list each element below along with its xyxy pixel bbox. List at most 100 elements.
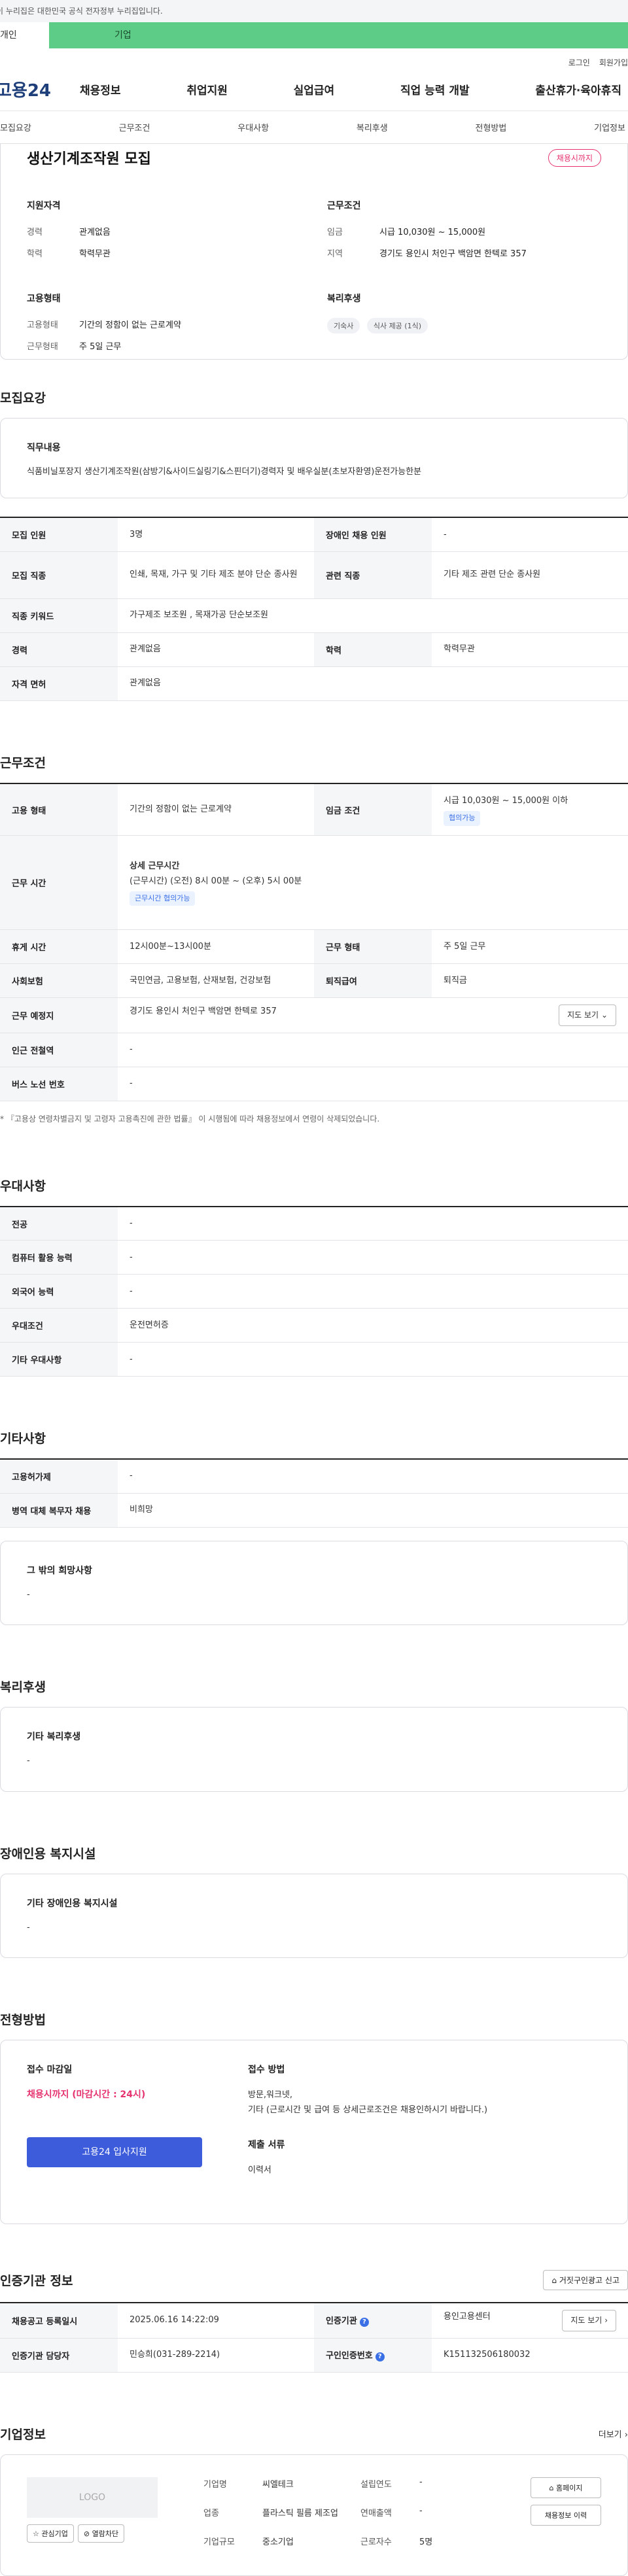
section-title-process: 전형방법 bbox=[0, 2012, 46, 2027]
table-row: 외국어 능력 - bbox=[0, 1274, 628, 1309]
method-body: 방문,워크넷, 기타 (근로시간 및 급여 등 상세근로조건은 채용인하시기 바… bbox=[248, 2089, 488, 2116]
agency-map-button[interactable]: 지도 보기 › bbox=[562, 2310, 616, 2331]
company-more-link[interactable]: 더보기 › bbox=[599, 2428, 628, 2440]
table-label: 전공 bbox=[0, 1206, 118, 1241]
table-label: 근무 형태 bbox=[314, 929, 432, 965]
anchor-company[interactable]: 기업정보 bbox=[594, 121, 625, 133]
table-label: 관련 직종 bbox=[314, 551, 432, 599]
summary-label: 경력 bbox=[27, 228, 43, 237]
gov-banner: 이 누리집은 대한민국 공식 전자정부 누리집입니다. bbox=[0, 0, 628, 22]
anchor-work[interactable]: 근무조건 bbox=[119, 121, 150, 133]
company-info-label: 근로자수 bbox=[360, 2537, 392, 2547]
table-value: 관계없음 bbox=[118, 666, 628, 701]
company-info-value: - bbox=[419, 2505, 423, 2516]
agency-label: 인증기관 bbox=[326, 2316, 357, 2327]
section-title-prefer: 우대사항 bbox=[0, 1178, 46, 1194]
tab-business[interactable]: 기업 bbox=[49, 22, 167, 48]
table-label: 근무 시간 bbox=[0, 835, 118, 931]
table-row: 인근 전철역 - bbox=[0, 1033, 628, 1067]
prefer-table: 전공 - 컴퓨터 활용 능력 - 외국어 능력 - 우대조건 운전면허증 기타 우대사항… bbox=[0, 1205, 628, 1377]
age-footnote: * 『고용상 연령차별금지 및 고령자 고용촉진에 관한 법률』 이 시행됨에 … bbox=[0, 1114, 380, 1124]
help-icon[interactable]: ? bbox=[359, 2318, 369, 2327]
anchor-nav: 모집요강 근무조건 우대사항 복리후생 전형방법 기업정보 bbox=[0, 111, 628, 144]
hours-title: 상세 근무시간 bbox=[130, 861, 180, 872]
favorite-company-button[interactable]: ☆ 관심기업 bbox=[27, 2524, 74, 2543]
table-row: 채용공고 등록일시 2025.06.16 14:22:09 인증기관? 용인고용… bbox=[0, 2303, 628, 2339]
table-value: 3명 bbox=[118, 517, 314, 552]
wage-cell: 시급 10,030원 ~ 15,000원 이하 협의가능 bbox=[432, 783, 628, 836]
audience-bar: 개인 기업 bbox=[0, 22, 628, 48]
method-label: 접수 방법 bbox=[248, 2064, 285, 2075]
apply-button[interactable]: 고용24 입사지원 bbox=[27, 2137, 202, 2167]
help-icon[interactable]: ? bbox=[375, 2352, 385, 2362]
gnb-item-parental-leave[interactable]: 출산휴가·육아휴직 bbox=[535, 81, 621, 97]
tab-personal[interactable]: 개인 bbox=[0, 22, 49, 48]
homepage-button-label: 홈페이지 bbox=[556, 2483, 583, 2492]
section-title-company: 기업정보 bbox=[0, 2427, 46, 2442]
welfare-card-title: 기타 복리후생 bbox=[27, 1732, 81, 1743]
table-label: 고용 형태 bbox=[0, 783, 118, 836]
chevron-down-icon: ⌄ bbox=[601, 1010, 608, 1020]
signup-link[interactable]: 회원가입 bbox=[599, 57, 628, 68]
table-label: 장애인 채용 인원 bbox=[314, 517, 432, 552]
chevron-right-icon: › bbox=[604, 2316, 608, 2326]
table-row: 자격 면허 관계없음 bbox=[0, 666, 628, 701]
company-info-label: 설립연도 bbox=[360, 2479, 392, 2490]
table-value: - bbox=[118, 1459, 628, 1494]
report-false-ad-button[interactable]: ⌂ 거짓구인광고 신고 bbox=[543, 2270, 628, 2291]
util-links: 로그인 회원가입 bbox=[0, 48, 628, 68]
section-title-recruit: 모집요강 bbox=[0, 391, 46, 405]
gnb-item-employment-support[interactable]: 취업지원 bbox=[186, 81, 228, 97]
login-link[interactable]: 로그인 bbox=[568, 57, 590, 68]
site-logo[interactable]: 고용24 bbox=[0, 77, 80, 101]
table-value: 가구제조 보조원 , 목재가공 단순보조원 bbox=[118, 598, 628, 633]
table-row: 사회보험 국민연금, 고용보험, 산재보험, 건강보험 퇴직급여 퇴직금 bbox=[0, 963, 628, 999]
company-info-value: 5명 bbox=[419, 2537, 433, 2547]
place-cell: 경기도 용인시 처인구 백암면 한텍로 357 지도 보기 ⌄ bbox=[118, 997, 628, 1033]
summary-value: 관계없음 bbox=[79, 228, 111, 237]
table-label: 채용공고 등록일시 bbox=[0, 2303, 118, 2339]
block-view-button[interactable]: ⊘ 열람차단 bbox=[77, 2524, 125, 2543]
table-value: 2025.06.16 14:22:09 bbox=[118, 2303, 314, 2339]
section-title-etc: 기타사항 bbox=[0, 1432, 46, 1447]
table-row: 모집 직종 인쇄, 목재, 가구 및 기타 제조 분야 단순 종사원 관련 직종… bbox=[0, 551, 628, 599]
table-value: 학력무관 bbox=[432, 632, 628, 667]
home-icon: ⌂ bbox=[551, 2276, 557, 2286]
anchor-recruit[interactable]: 모집요강 bbox=[0, 121, 31, 133]
agency-cell: 용인고용센터 지도 보기 › bbox=[432, 2303, 628, 2339]
table-value: 12시00분~13시00분 bbox=[118, 929, 314, 965]
table-label: 임금 조건 bbox=[314, 783, 432, 836]
table-row: 전공 - bbox=[0, 1206, 628, 1241]
block-icon: ⊘ bbox=[83, 2529, 90, 2538]
gnb-item-unemployment-benefit[interactable]: 실업급여 bbox=[294, 81, 335, 97]
more-link-label: 더보기 bbox=[598, 2430, 622, 2440]
table-value: - bbox=[118, 1033, 628, 1067]
table-label: 휴게 시간 bbox=[0, 929, 118, 965]
table-label: 퇴직급여 bbox=[314, 963, 432, 999]
anchor-process[interactable]: 전형방법 bbox=[476, 121, 507, 133]
table-label: 모집 인원 bbox=[0, 517, 118, 552]
chevron-right-icon: › bbox=[624, 2430, 628, 2440]
work-table: 고용 형태 기간의 정함이 없는 근로계약 임금 조건 시급 10,030원 ~… bbox=[0, 782, 628, 1101]
docs-body: 이력서 bbox=[248, 2165, 271, 2175]
map-button-label: 지도 보기 bbox=[567, 1010, 599, 1020]
homepage-button[interactable]: ⌂ 홈페이지 bbox=[531, 2477, 601, 2498]
gnb-item-jobs[interactable]: 채용정보 bbox=[80, 81, 121, 97]
table-value: - bbox=[118, 1274, 628, 1309]
table-value: 운전면허증 bbox=[118, 1308, 628, 1343]
gnb-item-skills[interactable]: 직업 능력 개발 bbox=[400, 81, 470, 97]
anchor-prefer[interactable]: 우대사항 bbox=[237, 121, 269, 133]
table-row: 모집 인원 3명 장애인 채용 인원 - bbox=[0, 517, 628, 552]
table-row: 근무 예정지 경기도 용인시 처인구 백암면 한텍로 357 지도 보기 ⌄ bbox=[0, 997, 628, 1033]
wage-negotiable-tag: 협의가능 bbox=[444, 810, 481, 826]
table-row: 기타 우대사항 - bbox=[0, 1342, 628, 1377]
job-history-button[interactable]: 채용정보 이력 bbox=[531, 2504, 601, 2526]
hours-negotiable-tag: 근무시간 협의가능 bbox=[130, 891, 196, 906]
table-value: - bbox=[118, 1342, 628, 1377]
anchor-welfare[interactable]: 복리후생 bbox=[357, 121, 388, 133]
home-icon: ⌂ bbox=[549, 2483, 554, 2492]
report-button-label: 거짓구인광고 신고 bbox=[559, 2276, 619, 2286]
map-button[interactable]: 지도 보기 ⌄ bbox=[559, 1005, 616, 1026]
company-info-value: 씨엘테크 bbox=[262, 2479, 294, 2490]
section-title-cert: 인증기관 정보 bbox=[0, 2274, 73, 2289]
